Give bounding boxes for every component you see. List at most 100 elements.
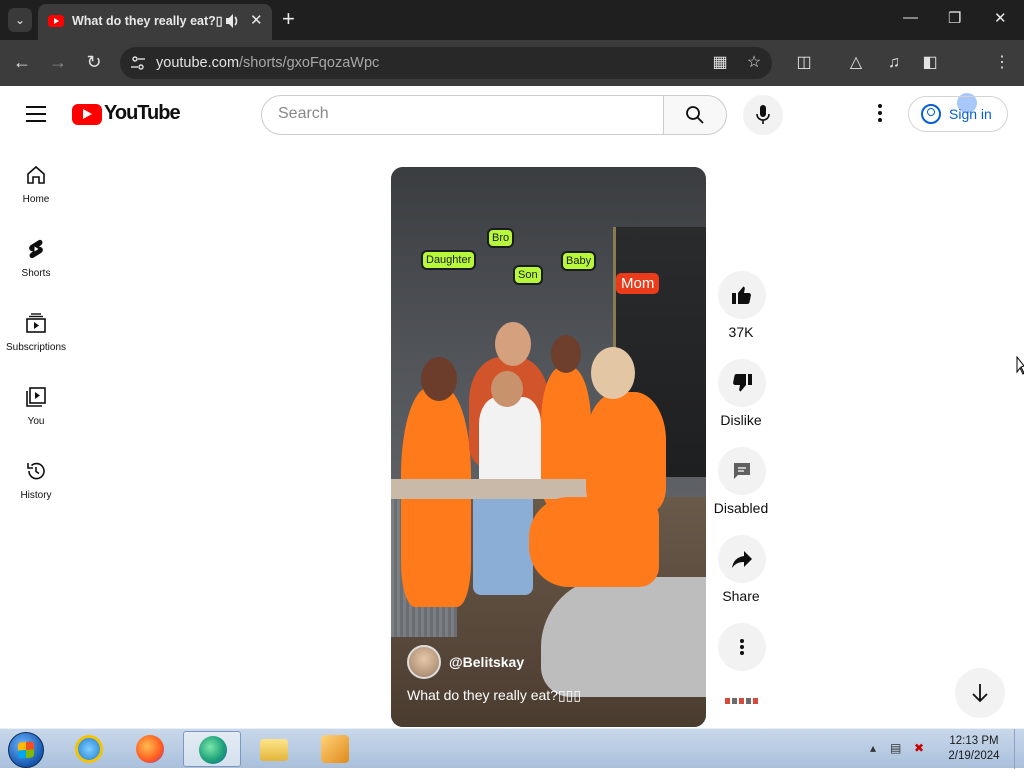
search-box	[261, 95, 665, 135]
next-video-button[interactable]	[955, 668, 1005, 718]
mouse-cursor-icon	[1016, 356, 1024, 375]
video-head	[421, 357, 457, 401]
sidebar-item-subscriptions[interactable]: Subscriptions	[0, 312, 72, 386]
close-window-button[interactable]: ✕	[994, 9, 1007, 27]
folder-icon	[260, 739, 288, 761]
sidebar-item-history[interactable]: History	[0, 460, 72, 534]
channel-name-link[interactable]: @Belitskay	[449, 654, 524, 670]
like-button[interactable]	[718, 271, 766, 319]
forward-button[interactable]: →	[46, 51, 70, 73]
new-tab-button[interactable]: +	[282, 7, 295, 31]
youtube-logo-icon[interactable]	[72, 104, 102, 125]
sidebar-item-label: Home	[22, 194, 50, 205]
thumbs-down-icon	[733, 374, 752, 392]
settings-more-icon[interactable]	[872, 104, 888, 124]
shorts-icon	[29, 239, 43, 259]
start-button[interactable]	[8, 732, 44, 768]
taskbar-clock[interactable]: 12:13 PM 2/19/2024	[938, 734, 1010, 764]
sidebar-item-you[interactable]: You	[0, 386, 72, 460]
video-tag-bro: Bro	[487, 228, 515, 248]
browser-tab-active[interactable]: What do they really eat?▯▯ ✕	[38, 4, 272, 40]
dislike-label: Dislike	[720, 412, 762, 428]
sound-thumbnail-icon[interactable]	[723, 694, 761, 708]
video-head	[491, 371, 523, 407]
microphone-icon	[756, 105, 770, 124]
audio-playing-icon[interactable]	[224, 12, 240, 30]
address-bar[interactable]: youtube.com/shorts/gxoFqozaWpc ▦ ☆	[120, 47, 772, 79]
sidebar-item-shorts[interactable]: Shorts	[0, 238, 72, 312]
youtube-logo-text[interactable]: YouTube	[104, 102, 181, 125]
youtube-favicon-icon	[48, 15, 64, 27]
account-icon	[921, 104, 941, 124]
hamburger-menu-icon[interactable]	[26, 106, 46, 122]
taskbar-internet-explorer[interactable]	[60, 731, 118, 767]
bookmark-star-icon[interactable]: ☆	[744, 53, 764, 73]
url-text: youtube.com/shorts/gxoFqozaWpc	[156, 55, 379, 71]
clock-time: 12:13 PM	[949, 735, 999, 747]
channel-avatar[interactable]	[407, 645, 441, 679]
voice-search-button[interactable]	[743, 95, 783, 135]
taskbar-file-explorer[interactable]	[245, 731, 303, 767]
sidebar-item-label: Subscriptions	[5, 342, 67, 353]
restore-button[interactable]: ❐	[948, 9, 961, 27]
tab-title: What do they really eat?▯▯	[72, 14, 222, 28]
tab-search-button[interactable]: ⌄	[8, 8, 32, 32]
media-controls-icon[interactable]: ♫	[884, 53, 904, 73]
media-player-icon	[321, 735, 349, 763]
volume-muted-icon[interactable]: ✖	[914, 741, 924, 755]
shorts-video-player[interactable]: Bro Daughter Son Baby Mom @Belitskay Wha…	[391, 167, 706, 727]
share-arrow-icon	[732, 551, 752, 568]
taskbar-firefox[interactable]	[121, 731, 179, 767]
browser-tab-strip: ⌄ What do they really eat?▯▯ ✕ + — ❐ ✕	[0, 0, 1024, 40]
more-actions-button[interactable]	[718, 623, 766, 671]
sidebar-item-home[interactable]: Home	[0, 164, 72, 238]
video-person-mom	[586, 392, 666, 512]
sidebar-item-label: Shorts	[21, 268, 51, 279]
sidebar-item-label: History	[20, 490, 52, 501]
arrow-down-icon	[972, 684, 988, 703]
video-person-son	[479, 397, 541, 487]
comments-button[interactable]	[718, 447, 766, 495]
video-tag-mom: Mom	[616, 273, 660, 294]
side-panel-icon[interactable]: ◧	[920, 53, 940, 73]
sidebar-item-label: You	[27, 416, 45, 427]
video-tag-son: Son	[513, 265, 543, 285]
subscriptions-icon	[26, 313, 46, 333]
taskbar-edge[interactable]	[183, 731, 241, 767]
install-app-icon[interactable]: ▦	[710, 53, 730, 73]
clock-date: 2/19/2024	[948, 750, 1000, 762]
dislike-button[interactable]	[718, 359, 766, 407]
share-button[interactable]	[718, 535, 766, 583]
sign-in-button[interactable]: Sign in	[908, 96, 1008, 132]
search-button[interactable]	[663, 95, 727, 135]
reload-button[interactable]: ↻	[82, 51, 106, 73]
back-button[interactable]: ←	[10, 51, 34, 73]
labs-flask-icon[interactable]: △	[846, 53, 866, 73]
chrome-menu-icon[interactable]: ⋮	[992, 53, 1012, 73]
video-caption: What do they really eat?▯▯▯	[407, 687, 582, 703]
video-tag-baby: Baby	[561, 251, 597, 271]
extensions-icon[interactable]: ◫	[794, 53, 814, 73]
history-icon	[27, 462, 45, 480]
search-icon	[686, 106, 704, 124]
more-vertical-icon	[740, 639, 744, 655]
url-path: /shorts/gxoFqozaWpc	[239, 55, 380, 71]
firefox-icon	[136, 735, 164, 763]
you-icon	[26, 387, 46, 407]
network-icon[interactable]: ▤	[890, 741, 901, 755]
show-desktop-button[interactable]	[1014, 729, 1024, 769]
sign-in-label: Sign in	[949, 106, 992, 122]
video-sofa	[541, 577, 706, 697]
internet-explorer-icon	[75, 735, 103, 763]
tab-close-icon[interactable]: ✕	[250, 11, 263, 29]
search-input[interactable]	[278, 105, 638, 123]
minimize-button[interactable]: —	[903, 9, 918, 26]
video-tag-daughter: Daughter	[421, 250, 477, 270]
taskbar-media-player[interactable]	[306, 731, 364, 767]
show-hidden-icons[interactable]: ▴	[870, 741, 876, 755]
video-mom-legs	[529, 497, 659, 587]
home-icon	[27, 165, 45, 184]
comments-label: Disabled	[713, 500, 769, 516]
site-info-icon[interactable]	[130, 55, 146, 71]
video-head	[591, 347, 635, 399]
